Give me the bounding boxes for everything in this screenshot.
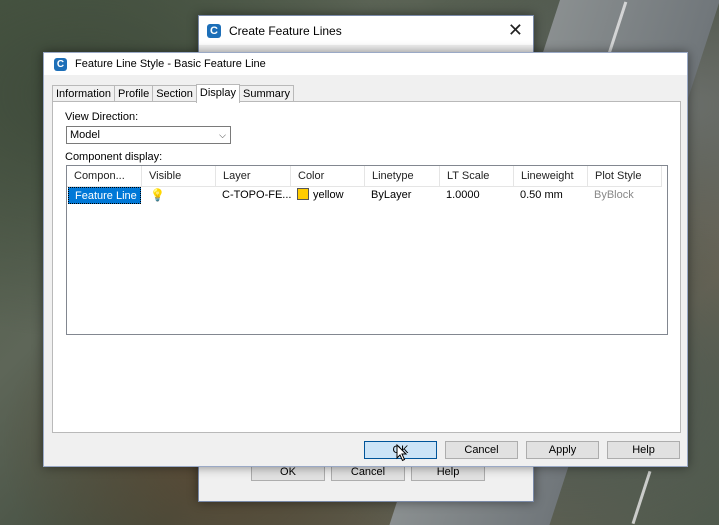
tab-summary[interactable]: Summary (239, 85, 295, 102)
dialog-title: Create Feature Lines (229, 23, 342, 38)
cell-plot-style[interactable]: ByBlock (588, 187, 662, 204)
tab-information[interactable]: Information (52, 85, 116, 102)
civil3d-app-icon: C (207, 23, 221, 38)
color-swatch (297, 188, 309, 200)
column-header-plot-style[interactable]: Plot Style (588, 166, 662, 187)
column-header-lineweight[interactable]: Lineweight (514, 166, 588, 187)
feature-line-style-dialog: C Feature Line Style - Basic Feature Lin… (43, 52, 688, 467)
civil3d-app-icon: C (54, 57, 67, 71)
component-display-label: Component display: (65, 151, 163, 163)
view-direction-label: View Direction: (65, 111, 139, 123)
cell-component[interactable]: Feature Line (68, 187, 141, 204)
titlebar: C Feature Line Style - Basic Feature Lin… (44, 53, 687, 75)
view-direction-select[interactable]: Model ⌵ (66, 126, 231, 144)
cell-layer[interactable]: C-TOPO-FE... (216, 187, 291, 204)
cell-color[interactable]: yellow (291, 187, 365, 204)
color-value: yellow (313, 189, 344, 201)
cell-visible[interactable]: 💡 (144, 187, 216, 204)
help-button[interactable]: Help (607, 441, 680, 459)
cell-lt-scale[interactable]: 1.0000 (440, 187, 514, 204)
mouse-cursor-icon (396, 444, 408, 462)
tab-strip: Information Profile Section Display Summ… (52, 83, 295, 103)
display-tab-panel: View Direction: Model ⌵ Component displa… (52, 101, 681, 433)
cancel-button[interactable]: Cancel (445, 441, 518, 459)
column-header-visible[interactable]: Visible (142, 166, 216, 187)
tab-display[interactable]: Display (195, 84, 240, 103)
view-direction-value: Model (70, 129, 100, 141)
lane-marking (631, 470, 652, 525)
column-header-lt-scale[interactable]: LT Scale (440, 166, 514, 187)
column-header-layer[interactable]: Layer (216, 166, 291, 187)
titlebar: C Create Feature Lines ✕ (199, 16, 533, 45)
lightbulb-icon: 💡 (150, 188, 165, 202)
tab-profile[interactable]: Profile (114, 85, 154, 102)
cell-linetype[interactable]: ByLayer (365, 187, 440, 204)
cell-lineweight[interactable]: 0.50 mm (514, 187, 588, 204)
tab-section[interactable]: Section (152, 85, 197, 102)
apply-button[interactable]: Apply (526, 441, 599, 459)
dialog-title: Feature Line Style - Basic Feature Line (75, 58, 266, 70)
component-display-grid: Compon... Visible Layer Color Linetype L… (66, 165, 668, 335)
chevron-down-icon: ⌵ (219, 130, 226, 140)
column-header-color[interactable]: Color (291, 166, 365, 187)
column-header-component[interactable]: Compon... (67, 166, 142, 187)
close-icon[interactable]: ✕ (508, 21, 523, 39)
column-header-linetype[interactable]: Linetype (365, 166, 440, 187)
